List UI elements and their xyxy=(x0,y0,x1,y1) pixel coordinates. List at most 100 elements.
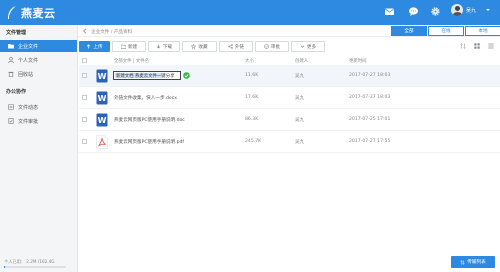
sidebar-item-file-activity[interactable]: 文件动态 xyxy=(0,101,77,113)
transfer-list-label: 传输列表 xyxy=(467,260,486,265)
app-name: 燕麦云 xyxy=(21,6,56,20)
sidebar-item-label: 个人文件 xyxy=(18,57,39,64)
file-owner: 吴九 xyxy=(295,140,305,145)
table-row[interactable]: W 新建文档 燕麦云文件一键分享 11.6K 吴九 2017-07-27 18:… xyxy=(79,65,500,87)
word-file-icon: W xyxy=(96,91,108,105)
folder-icon xyxy=(8,44,14,49)
sort-icon[interactable] xyxy=(460,43,466,49)
svg-text:W: W xyxy=(98,116,107,125)
grid-view-icon[interactable] xyxy=(474,43,480,49)
approve-button[interactable]: 审批 xyxy=(255,41,289,52)
sidebar-item-label: 文件动态 xyxy=(18,104,39,111)
file-size: 245.7K xyxy=(245,139,262,144)
column-header-owner[interactable]: 创建人 xyxy=(295,58,308,64)
file-owner: 吴九 xyxy=(295,118,305,123)
row-checkbox[interactable] xyxy=(82,95,87,100)
rename-input[interactable]: 新建文档 燕麦云文件一键分享 xyxy=(113,71,181,80)
transfer-icon xyxy=(460,259,465,265)
sidebar-item-label: 企业文件 xyxy=(18,43,39,50)
file-size: 86.3K xyxy=(245,117,259,122)
app-logo[interactable]: 燕麦云 xyxy=(6,4,56,21)
file-owner: 吴九 xyxy=(295,96,305,101)
new-folder-icon xyxy=(120,44,126,49)
table-row[interactable]: W 外链文件收集，快人一步.docx 17.6K 吴九 2017-07-27 1… xyxy=(79,87,500,109)
user-name[interactable]: 吴九 xyxy=(466,7,476,14)
file-owner: 吴九 xyxy=(295,74,305,79)
confirm-check-icon[interactable] xyxy=(183,72,190,79)
table-row[interactable]: 燕麦云网页版PC使用手册说明.pdf 245.7K 吴九 2017-07-27 … xyxy=(79,131,500,153)
file-size: 17.6K xyxy=(245,95,259,100)
storage-usage-bar xyxy=(4,266,66,268)
row-checkbox[interactable] xyxy=(82,139,87,144)
tab-online[interactable]: 在线 xyxy=(428,26,464,36)
sidebar-item-label: 回收站 xyxy=(18,71,34,78)
rename-input-text: 新建文档 燕麦云文件一键分享 xyxy=(116,74,175,79)
row-checkbox[interactable] xyxy=(82,117,87,122)
file-size: 11.6K xyxy=(245,73,259,78)
sidebar-item-enterprise-files[interactable]: 企业文件 xyxy=(0,40,77,52)
word-file-icon: W xyxy=(96,69,108,83)
approval-icon xyxy=(264,44,269,49)
avatar[interactable] xyxy=(451,4,463,16)
row-checkbox[interactable] xyxy=(82,73,87,78)
share-link-button[interactable]: 外链 xyxy=(219,41,253,52)
more-button[interactable]: 更多 xyxy=(291,41,325,52)
upload-button[interactable]: 上传 xyxy=(79,41,110,52)
breadcrumb[interactable]: 企业文件 / 产品资料 xyxy=(91,29,132,35)
sidebar-item-recycle-bin[interactable]: 回收站 xyxy=(0,68,77,80)
table-header: 全部文件 | 文件名 大小 创建人 更新时间 xyxy=(79,57,500,65)
file-time: 2017-07-27 18:03 xyxy=(349,73,391,78)
download-button[interactable]: 下载 xyxy=(148,41,180,52)
favorite-label: 收藏 xyxy=(198,44,208,50)
approval-icon xyxy=(8,118,14,124)
star-icon xyxy=(191,44,197,49)
chevron-down-icon xyxy=(300,45,305,48)
file-time: 2017-07-27 17:55 xyxy=(349,139,391,144)
trash-icon xyxy=(8,71,14,77)
storage-usage-fill xyxy=(4,266,6,268)
new-label: 新建 xyxy=(127,44,138,50)
new-button[interactable]: 新建 xyxy=(112,41,146,52)
share-icon xyxy=(228,44,233,49)
table-row[interactable]: W 燕麦云网页版PC使用手册说明.doc 86.3K 吴九 2017-07-25… xyxy=(79,109,500,131)
word-file-icon: W xyxy=(96,113,108,127)
envelope-icon[interactable] xyxy=(384,6,395,17)
download-label: 下载 xyxy=(162,44,173,50)
user-icon xyxy=(8,57,14,63)
file-time: 2017-07-25 17:01 xyxy=(349,117,391,122)
column-header-name[interactable]: 全部文件 | 文件名 xyxy=(114,58,149,64)
tab-local[interactable]: 本地 xyxy=(465,26,500,36)
chat-icon[interactable] xyxy=(408,6,419,17)
sidebar-group-title: 文件管理 xyxy=(6,30,27,36)
sidebar-item-label: 文件审批 xyxy=(18,118,39,125)
pdf-file-icon xyxy=(96,135,108,149)
share-link-label: 外链 xyxy=(234,44,245,50)
column-header-time[interactable]: 更新时间 xyxy=(349,58,367,64)
file-time: 2017-07-27 18:03 xyxy=(349,95,391,100)
sidebar-item-personal-files[interactable]: 个人文件 xyxy=(0,54,77,66)
download-icon xyxy=(156,44,161,49)
back-arrow-icon[interactable] xyxy=(82,28,88,34)
svg-text:W: W xyxy=(98,72,107,81)
tab-all[interactable]: 全部 xyxy=(391,26,427,36)
file-name[interactable]: 外链文件收集，快人一步.docx xyxy=(114,95,177,101)
approve-label: 审批 xyxy=(270,44,281,50)
favorite-button[interactable]: 收藏 xyxy=(182,41,217,52)
top-bar: 燕麦云 吴九 xyxy=(0,0,500,25)
gear-icon[interactable] xyxy=(430,6,441,17)
upload-icon xyxy=(87,44,91,49)
activity-icon xyxy=(8,104,14,110)
list-view-icon[interactable] xyxy=(488,43,494,49)
select-all-checkbox[interactable] xyxy=(82,58,87,63)
sidebar-item-file-approval[interactable]: 文件审批 xyxy=(0,115,77,127)
upload-label: 上传 xyxy=(93,44,103,50)
scope-tabs: 全部 在线 本地 xyxy=(391,26,500,36)
svg-text:W: W xyxy=(98,94,107,103)
transfer-list-button[interactable]: 传输列表 xyxy=(451,256,495,268)
column-header-size[interactable]: 大小 xyxy=(245,58,254,64)
sidebar: 文件管理 企业文件 个人文件 回收站 办公协作 文件动态 文件审批 个人已用： … xyxy=(0,25,78,272)
file-name[interactable]: 燕麦云网页版PC使用手册说明.doc xyxy=(114,117,185,123)
chevron-down-icon[interactable] xyxy=(486,9,490,11)
file-name[interactable]: 燕麦云网页版PC使用手册说明.pdf xyxy=(114,139,184,145)
storage-usage-text: 个人已用： 2.2M /162.4G xyxy=(4,259,55,264)
